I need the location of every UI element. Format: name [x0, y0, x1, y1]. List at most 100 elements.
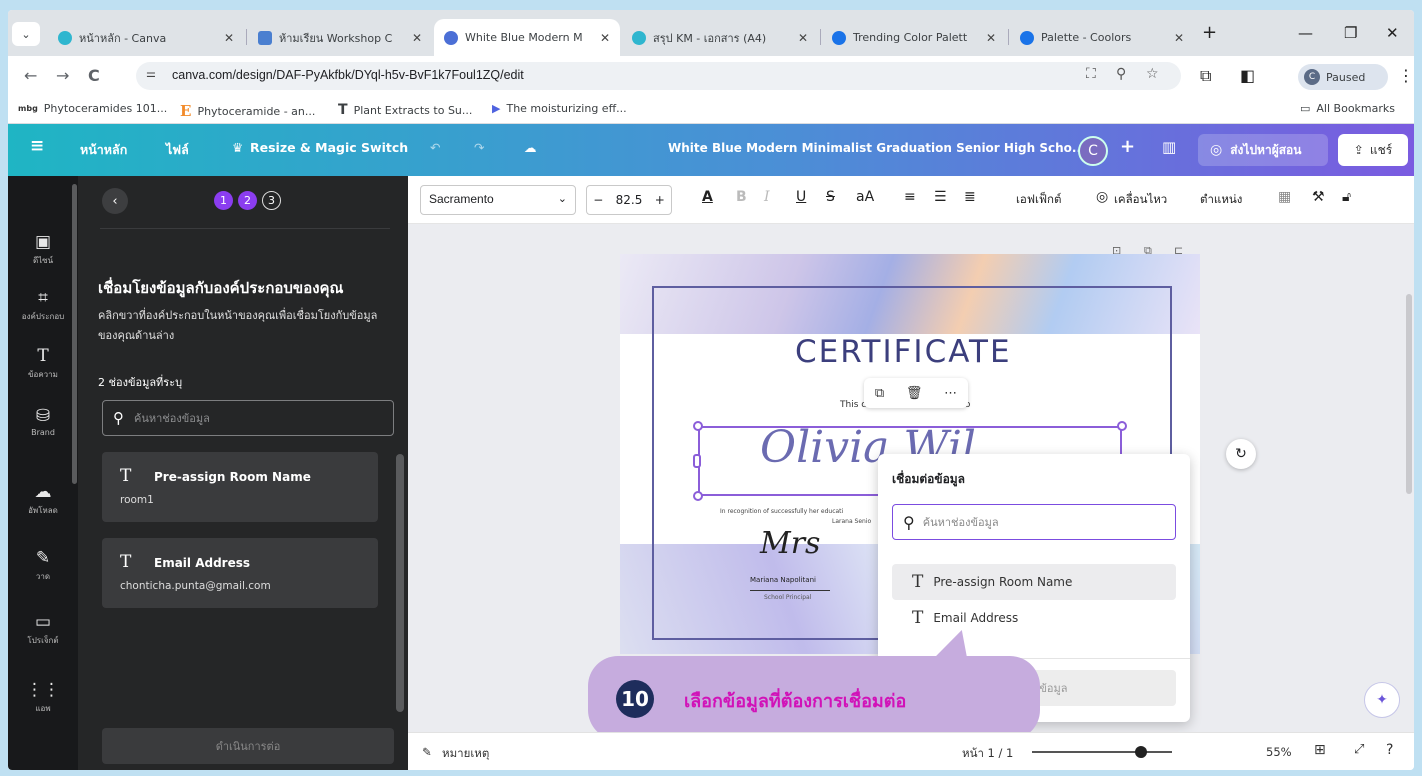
tab-current-design[interactable]: White Blue Modern M ✕ [434, 19, 620, 56]
resize-handle[interactable] [693, 454, 701, 468]
bookmark-item[interactable]: ▶ The moisturizing eff... [492, 102, 627, 115]
back-icon[interactable]: ← [24, 66, 37, 85]
rail-draw[interactable]: ✎ วาด [8, 548, 78, 583]
add-collaborator-button[interactable]: + [1120, 136, 1135, 157]
transparency-icon[interactable]: ▦ [1278, 189, 1291, 205]
cloud-saved-icon[interactable]: ☁ [524, 140, 537, 155]
translate-icon[interactable]: ⛶ [1086, 66, 1096, 82]
forward-icon[interactable]: → [56, 66, 69, 85]
popup-option-email[interactable]: T Email Address [892, 600, 1176, 636]
popup-option-room[interactable]: T Pre-assign Room Name [892, 564, 1176, 600]
tab-coolors[interactable]: Palette - Coolors ✕ [1010, 19, 1194, 56]
tab-workshop[interactable]: ห้ามเรียน Workshop C ✕ [248, 19, 432, 56]
restore-button[interactable]: ❐ [1344, 24, 1357, 42]
close-icon[interactable]: ✕ [224, 31, 234, 45]
duplicate-icon[interactable]: ⧉ [875, 386, 884, 401]
zoom-icon[interactable]: ⚲ [1116, 66, 1126, 82]
canvas-scrollbar[interactable] [1406, 294, 1412, 494]
close-icon[interactable]: ✕ [412, 31, 422, 45]
bookmark-item[interactable]: mbg Phytoceramides 101... [18, 102, 167, 115]
close-window-button[interactable]: ✕ [1386, 24, 1399, 42]
italic-button[interactable]: I [764, 189, 770, 205]
bold-button[interactable]: B [736, 189, 747, 205]
all-bookmarks[interactable]: ▭ All Bookmarks [1300, 102, 1395, 115]
continue-button[interactable]: ดำเนินการต่อ [102, 728, 394, 764]
popup-search-input[interactable]: ⚲ ค้นหาช่องข้อมูล [892, 504, 1176, 540]
zoom-slider-knob[interactable] [1135, 746, 1148, 758]
help-icon[interactable]: ? [1386, 742, 1393, 758]
font-size-control[interactable]: − 82.5 + [586, 185, 672, 215]
document-title[interactable]: White Blue Modern Minimalist Graduation … [668, 141, 1086, 155]
close-icon[interactable]: ✕ [1174, 31, 1184, 45]
magic-assistant-button[interactable]: ✦ [1364, 682, 1400, 718]
tab-canva-home[interactable]: หน้าหลัก - Canva ✕ [48, 19, 244, 56]
underline-button[interactable]: U [796, 189, 806, 205]
rail-projects[interactable]: ▭ โปรเจ็กต์ [8, 612, 78, 647]
position-button[interactable]: ตำแหน่ง [1200, 191, 1242, 209]
panel-scrollbar[interactable] [396, 454, 404, 712]
field-card-email[interactable]: T Email Address chonticha.punta@gmail.co… [102, 538, 378, 608]
rail-text[interactable]: T ข้อความ [8, 346, 78, 381]
close-icon[interactable]: ✕ [986, 31, 996, 45]
bookmark-item[interactable]: E Phytoceramide - an... [180, 102, 315, 120]
lock-icon[interactable]: 🔓︎ [1342, 189, 1351, 205]
rail-brand[interactable]: ⛁ Brand [8, 406, 78, 437]
home-link[interactable]: หน้าหลัก [80, 140, 127, 160]
profile-button[interactable]: C Paused [1298, 64, 1388, 90]
trash-icon[interactable]: 🗑︎ [906, 386, 923, 401]
paint-format-icon[interactable]: ⚒ [1312, 189, 1325, 205]
tab-km-doc[interactable]: สรุป KM - เอกสาร (A4) ✕ [622, 19, 818, 56]
omnibox[interactable]: ⚌ canva.com/design/DAF-PyAkfbk/DYql-h5v-… [136, 62, 1181, 90]
close-icon[interactable]: ✕ [600, 31, 610, 45]
animate-button[interactable]: เคลื่อนไหว [1114, 191, 1167, 209]
hamburger-icon[interactable]: ≡ [30, 136, 44, 156]
case-button[interactable]: aA [856, 189, 874, 205]
collaborator-avatar[interactable]: C [1078, 136, 1108, 166]
field-card-room[interactable]: T Pre-assign Room Name room1 [102, 452, 378, 522]
field-search-input[interactable]: ⚲ ค้นหาช่องข้อมูล [102, 400, 394, 436]
insights-icon[interactable]: ▥ [1162, 138, 1176, 156]
send-to-teacher-button[interactable]: ◎ ส่งไปหาผู้สอน [1198, 134, 1328, 166]
back-button[interactable]: ‹ [102, 188, 128, 214]
signature-image[interactable]: Mrs [760, 526, 820, 561]
rail-design[interactable]: ▣ ดีไซน์ [8, 232, 78, 267]
increase-size-button[interactable]: + [655, 193, 665, 207]
align-icon[interactable]: ≡ [904, 189, 916, 205]
notes-button[interactable]: หมายเหตุ [442, 745, 489, 763]
rotate-button[interactable]: ↻ [1226, 439, 1256, 469]
extensions-icon[interactable]: ⧉ [1200, 66, 1211, 86]
tab-trending-palette[interactable]: Trending Color Palett ✕ [822, 19, 1006, 56]
new-tab-button[interactable]: + [1202, 22, 1217, 43]
rail-uploads[interactable]: ☁ อัพโหลด [8, 482, 78, 517]
font-size-value[interactable]: 82.5 [616, 193, 643, 207]
page-indicator[interactable]: หน้า 1 / 1 [962, 745, 1013, 763]
resize-button[interactable]: Resize & Magic Switch [250, 140, 408, 155]
signer-name[interactable]: Mariana Napolitani [750, 576, 816, 584]
grid-view-icon[interactable]: ⊞ [1314, 742, 1326, 758]
decrease-size-button[interactable]: − [593, 193, 603, 207]
close-icon[interactable]: ✕ [798, 31, 808, 45]
redo-icon[interactable]: ↷ [474, 140, 484, 155]
recognition-text[interactable]: In recognition of successfully her educa… [720, 508, 843, 515]
bookmark-star-icon[interactable]: ☆ [1146, 66, 1159, 82]
site-info-icon[interactable]: ⚌ [146, 67, 164, 85]
side-panel-icon[interactable]: ◧ [1240, 66, 1255, 85]
resize-handle[interactable] [693, 421, 703, 431]
certificate-title[interactable]: CERTIFICATE [795, 334, 1012, 370]
spacing-icon[interactable]: ≣ [964, 189, 976, 205]
zoom-slider[interactable] [1032, 746, 1172, 758]
reload-icon[interactable]: C [88, 66, 100, 85]
resize-handle[interactable] [1117, 421, 1127, 431]
undo-icon[interactable]: ↶ [430, 140, 440, 155]
share-button[interactable]: ⇪ แชร์ [1338, 134, 1408, 166]
menu-icon[interactable]: ⋮ [1398, 66, 1414, 85]
font-selector[interactable]: Sacramento ⌄ [420, 185, 576, 215]
tab-search-button[interactable]: ⌄ [12, 22, 40, 46]
more-icon[interactable]: ⋯ [944, 386, 957, 401]
recognition-text-2[interactable]: Larana Senio [832, 518, 871, 525]
bookmark-item[interactable]: T Plant Extracts to Su... [338, 102, 472, 118]
signer-role[interactable]: School Principal [764, 594, 811, 601]
fullscreen-icon[interactable]: ⤢ [1354, 742, 1364, 757]
effects-button[interactable]: เอฟเฟ็กต์ [1016, 191, 1061, 209]
rail-elements[interactable]: ⌗ องค์ประกอบ [8, 288, 78, 323]
